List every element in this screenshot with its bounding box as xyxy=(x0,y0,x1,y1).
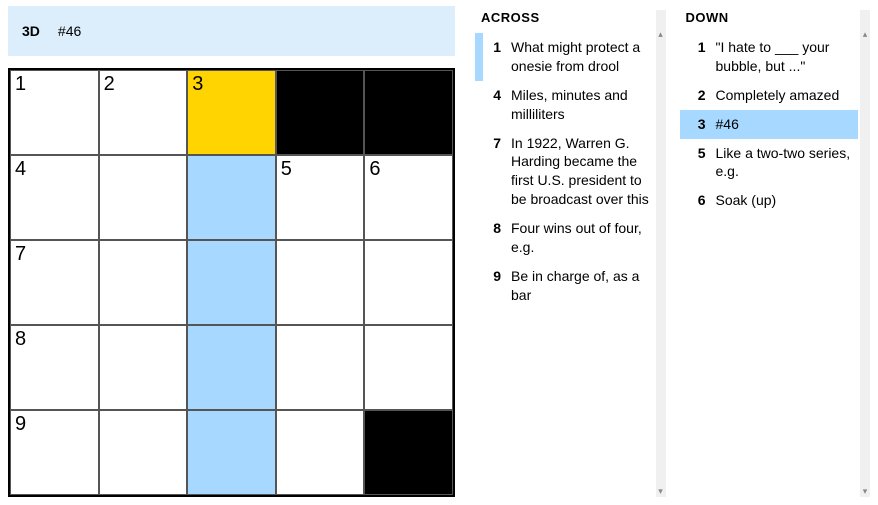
cell-number: 1 xyxy=(15,73,26,96)
clue-text: #46 xyxy=(716,115,855,134)
cell[interactable] xyxy=(187,240,276,325)
cell[interactable] xyxy=(99,240,188,325)
cell-number: 7 xyxy=(15,243,26,266)
cell[interactable] xyxy=(99,155,188,240)
clue-number: 4 xyxy=(483,86,501,124)
clue-number: 5 xyxy=(688,144,706,182)
clue-number: 6 xyxy=(688,191,706,210)
scroll-down-icon[interactable]: ▾ xyxy=(861,487,869,495)
clue-text: "I hate to ___ your bubble, but ..." xyxy=(716,38,855,76)
clue-text: Be in charge of, as a bar xyxy=(511,267,650,305)
cell[interactable]: 3 xyxy=(187,70,276,155)
down-clue-list: 1 "I hate to ___ your bubble, but ..." 2 Co… xyxy=(680,33,859,215)
cell-number: 3 xyxy=(192,73,203,96)
clue-text: Soak (up) xyxy=(716,191,855,210)
cell[interactable] xyxy=(187,410,276,495)
cell[interactable]: 5 xyxy=(276,155,365,240)
clue-item[interactable]: 6 Soak (up) xyxy=(680,186,859,215)
cell-number: 4 xyxy=(15,158,26,181)
scroll-up-icon[interactable]: ▴ xyxy=(861,30,869,38)
across-clue-column: ACROSS 1 What might protect a onesie from… xyxy=(475,10,666,497)
clue-text: What might protect a onesie from drool xyxy=(511,38,650,76)
cell[interactable] xyxy=(276,325,365,410)
cell[interactable] xyxy=(187,155,276,240)
cell-number: 9 xyxy=(15,413,26,436)
clue-item[interactable]: 1 What might protect a onesie from drool xyxy=(475,33,654,81)
cell[interactable] xyxy=(364,325,453,410)
clue-number: 8 xyxy=(483,219,501,257)
cell[interactable]: 2 xyxy=(99,70,188,155)
cell[interactable] xyxy=(276,410,365,495)
cell[interactable]: 1 xyxy=(10,70,99,155)
clue-item[interactable]: 4 Miles, minutes and milliliters xyxy=(475,81,654,129)
scroll-up-icon[interactable]: ▴ xyxy=(657,30,665,38)
cell[interactable] xyxy=(99,410,188,495)
cell[interactable] xyxy=(276,240,365,325)
scroll-down-icon[interactable]: ▾ xyxy=(657,487,665,495)
cell-number: 2 xyxy=(104,73,115,96)
clue-number: 9 xyxy=(483,267,501,305)
across-heading: ACROSS xyxy=(475,10,654,33)
down-clue-column: DOWN 1 "I hate to ___ your bubble, but ..… xyxy=(680,10,871,497)
cell[interactable] xyxy=(187,325,276,410)
current-clue-bar: 3D #46 xyxy=(8,6,455,56)
crossword-board: 1 2 3 4 5 6 7 8 9 xyxy=(8,68,455,497)
cell[interactable]: 4 xyxy=(10,155,99,240)
cell-black xyxy=(364,410,453,495)
clue-number: 2 xyxy=(688,86,706,105)
clue-text: Four wins out of four, e.g. xyxy=(511,219,650,257)
clue-item[interactable]: 2 Completely amazed xyxy=(680,81,859,110)
clue-item[interactable]: 8 Four wins out of four, e.g. xyxy=(475,214,654,262)
clue-text: Like a two-two series, e.g. xyxy=(716,144,855,182)
across-clue-list: 1 What might protect a onesie from drool 4… xyxy=(475,33,654,310)
clue-text: In 1922, Warren G. Harding became the fi… xyxy=(511,134,650,210)
current-clue-number: 3D xyxy=(22,23,40,39)
cell[interactable]: 6 xyxy=(364,155,453,240)
cell-number: 8 xyxy=(15,328,26,351)
clue-text: Completely amazed xyxy=(716,86,855,105)
clue-item[interactable]: 7In 1922, Warren G. Harding became the f… xyxy=(475,129,654,215)
clue-item[interactable]: 1 "I hate to ___ your bubble, but ..." xyxy=(680,33,859,81)
cell[interactable] xyxy=(364,240,453,325)
clue-number: 1 xyxy=(688,38,706,76)
cell[interactable]: 8 xyxy=(10,325,99,410)
clue-number: 3 xyxy=(688,115,706,134)
clue-number: 7 xyxy=(483,134,501,210)
cell[interactable]: 9 xyxy=(10,410,99,495)
cell-number: 5 xyxy=(281,158,292,181)
cell[interactable] xyxy=(99,325,188,410)
down-heading: DOWN xyxy=(680,10,859,33)
clue-number: 1 xyxy=(483,38,501,76)
clue-item[interactable]: 3 #46 xyxy=(680,110,859,139)
cell-black xyxy=(276,70,365,155)
cell[interactable]: 7 xyxy=(10,240,99,325)
clue-item[interactable]: 5 Like a two-two series, e.g. xyxy=(680,139,859,187)
clue-item[interactable]: 9 Be in charge of, as a bar xyxy=(475,262,654,310)
clue-text: Miles, minutes and milliliters xyxy=(511,86,650,124)
current-clue-text: #46 xyxy=(58,23,81,39)
cell-black xyxy=(364,70,453,155)
cell-number: 6 xyxy=(369,158,380,181)
